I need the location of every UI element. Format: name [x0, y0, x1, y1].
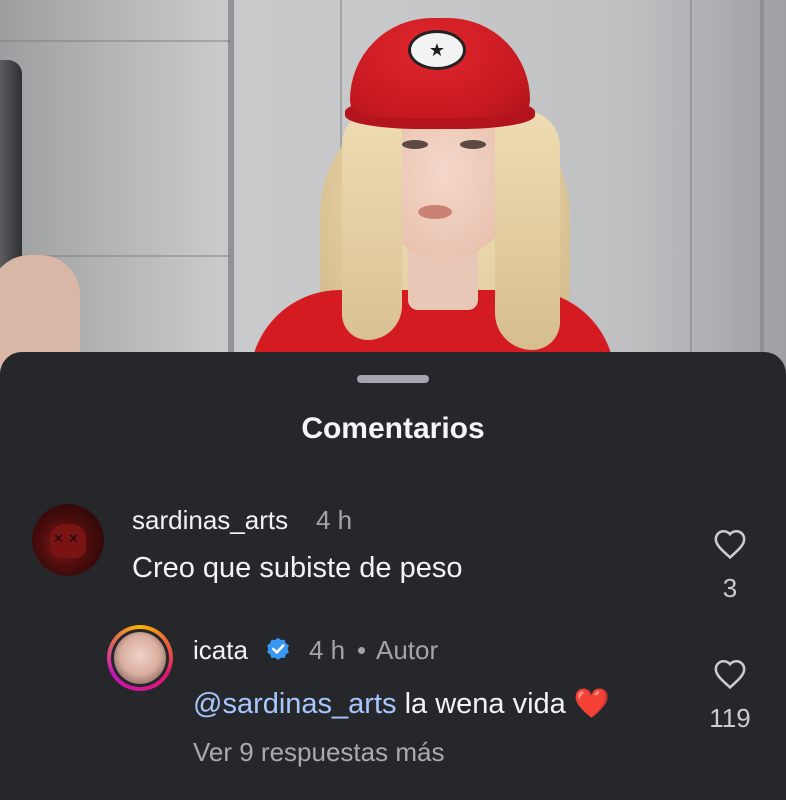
heart-outline-icon[interactable]: [713, 658, 747, 690]
comment-like-count: 3: [722, 573, 738, 603]
reply-like-group: 119: [695, 658, 765, 734]
comment-timestamp: 4 h: [316, 505, 353, 535]
red-heart-emoji: ❤️: [573, 688, 610, 720]
reply-username[interactable]: icata: [193, 635, 248, 666]
post-photo: ★: [0, 0, 786, 380]
reply-like-count: 119: [709, 703, 751, 733]
instagram-post-comments-screen: ★ Comentarios ✕✕ sardinas_arts 4 h Creo …: [0, 0, 786, 800]
reply-separator: •: [357, 635, 367, 665]
view-more-replies-link[interactable]: Ver 9 respuestas más: [193, 737, 444, 768]
reply-text-line: @sardinas_arts la wena vida ❤️: [193, 687, 610, 721]
comments-sheet: Comentarios ✕✕ sardinas_arts 4 h Creo qu…: [0, 352, 786, 800]
heart-outline-icon[interactable]: [713, 528, 747, 560]
commenter-avatar[interactable]: ✕✕: [32, 504, 104, 576]
reply-text: la wena vida: [404, 688, 566, 720]
comment-like-group: 3: [695, 528, 765, 604]
verified-badge-icon: [267, 637, 289, 660]
person-figure: ★: [250, 0, 630, 380]
reply-mention-link[interactable]: @sardinas_arts: [193, 688, 397, 720]
red-skull-avatar-icon: ✕✕: [50, 524, 86, 558]
reply-avatar[interactable]: [107, 625, 173, 691]
sheet-title: Comentarios: [301, 412, 485, 445]
comment-text: Creo que subiste de peso: [132, 552, 463, 584]
comment-username[interactable]: sardinas_arts: [132, 505, 288, 536]
reply-avatar-photo: [114, 632, 166, 684]
star-logo-icon: ★: [408, 30, 466, 70]
author-badge: Autor: [376, 635, 439, 665]
sheet-drag-handle[interactable]: [357, 375, 429, 383]
reply-timestamp: 4 h: [309, 635, 346, 665]
